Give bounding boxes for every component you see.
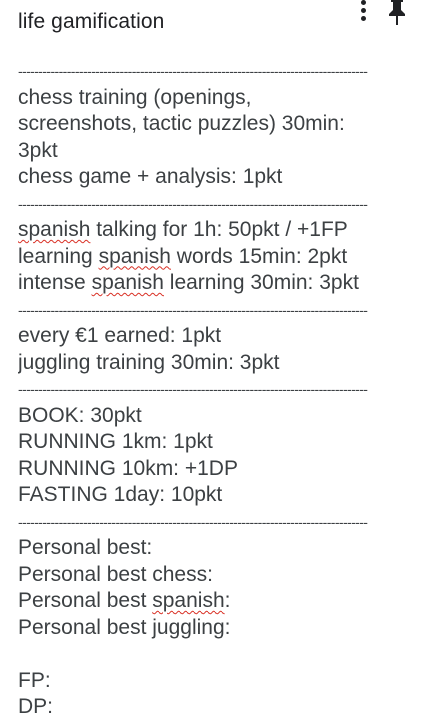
note-line: FP: xyxy=(18,668,51,692)
note-line: RUNNING 10km: +1DP xyxy=(18,456,238,480)
divider: ----------------------------------------… xyxy=(18,513,368,530)
misspelled-word[interactable]: spanish xyxy=(92,271,164,294)
note-line: spanish talking for 1h: 50pkt / +1FP xyxy=(18,217,418,244)
divider: ----------------------------------------… xyxy=(18,63,368,79)
more-vert-icon[interactable] xyxy=(352,0,374,24)
pin-icon[interactable] xyxy=(386,0,408,26)
note-line: juggling training 30min: 3pkt xyxy=(18,350,280,374)
note-line: chess training (openings, xyxy=(18,85,252,109)
note-line: intense spanish learning 30min: 3pkt xyxy=(18,270,418,297)
note-line: 3pkt xyxy=(18,138,58,162)
note-line: Personal best chess: xyxy=(18,562,213,586)
note-line: Personal best juggling: xyxy=(18,615,231,639)
note-line-text: Personal best xyxy=(18,589,153,612)
note-line-text: intense xyxy=(18,271,92,294)
note-line: screenshots, tactic puzzles) 30min: xyxy=(18,112,345,135)
note-line: Personal best: xyxy=(18,536,153,559)
note-line-text: learning xyxy=(18,244,99,268)
misspelled-word[interactable]: spanish xyxy=(99,245,171,268)
divider: ----------------------------------------… xyxy=(18,195,368,212)
divider: ----------------------------------------… xyxy=(18,301,368,318)
note-title[interactable]: life gamification xyxy=(18,10,164,34)
note-line: BOOK: 30pkt xyxy=(18,403,142,427)
note-body[interactable]: ----------------------------------------… xyxy=(18,58,418,721)
note-line: DP: xyxy=(18,695,54,718)
note-line: Personal best spanish: xyxy=(18,588,418,615)
note-line: chess game + analysis: 1pkt xyxy=(18,165,283,188)
note-line-text: learning 30min: 3pkt xyxy=(163,271,359,294)
divider: ----------------------------------------… xyxy=(18,381,368,397)
note-line: learning spanish words 15min: 2pkt xyxy=(18,244,418,271)
note-line: every €1 earned: 1pkt xyxy=(18,324,222,347)
note-line-text: talking for 1h: 50pkt / +1FP xyxy=(90,218,348,241)
note-line-text: words 15min: 2pkt xyxy=(170,244,348,268)
misspelled-word[interactable]: spanish xyxy=(152,589,224,612)
note-line: RUNNING 1km: 1pkt xyxy=(18,430,213,453)
note-line: FASTING 1day: 10pkt xyxy=(18,483,223,506)
note-line-text: : xyxy=(224,589,231,612)
misspelled-word[interactable]: spanish xyxy=(18,218,90,241)
note-header: life gamification xyxy=(0,0,426,48)
